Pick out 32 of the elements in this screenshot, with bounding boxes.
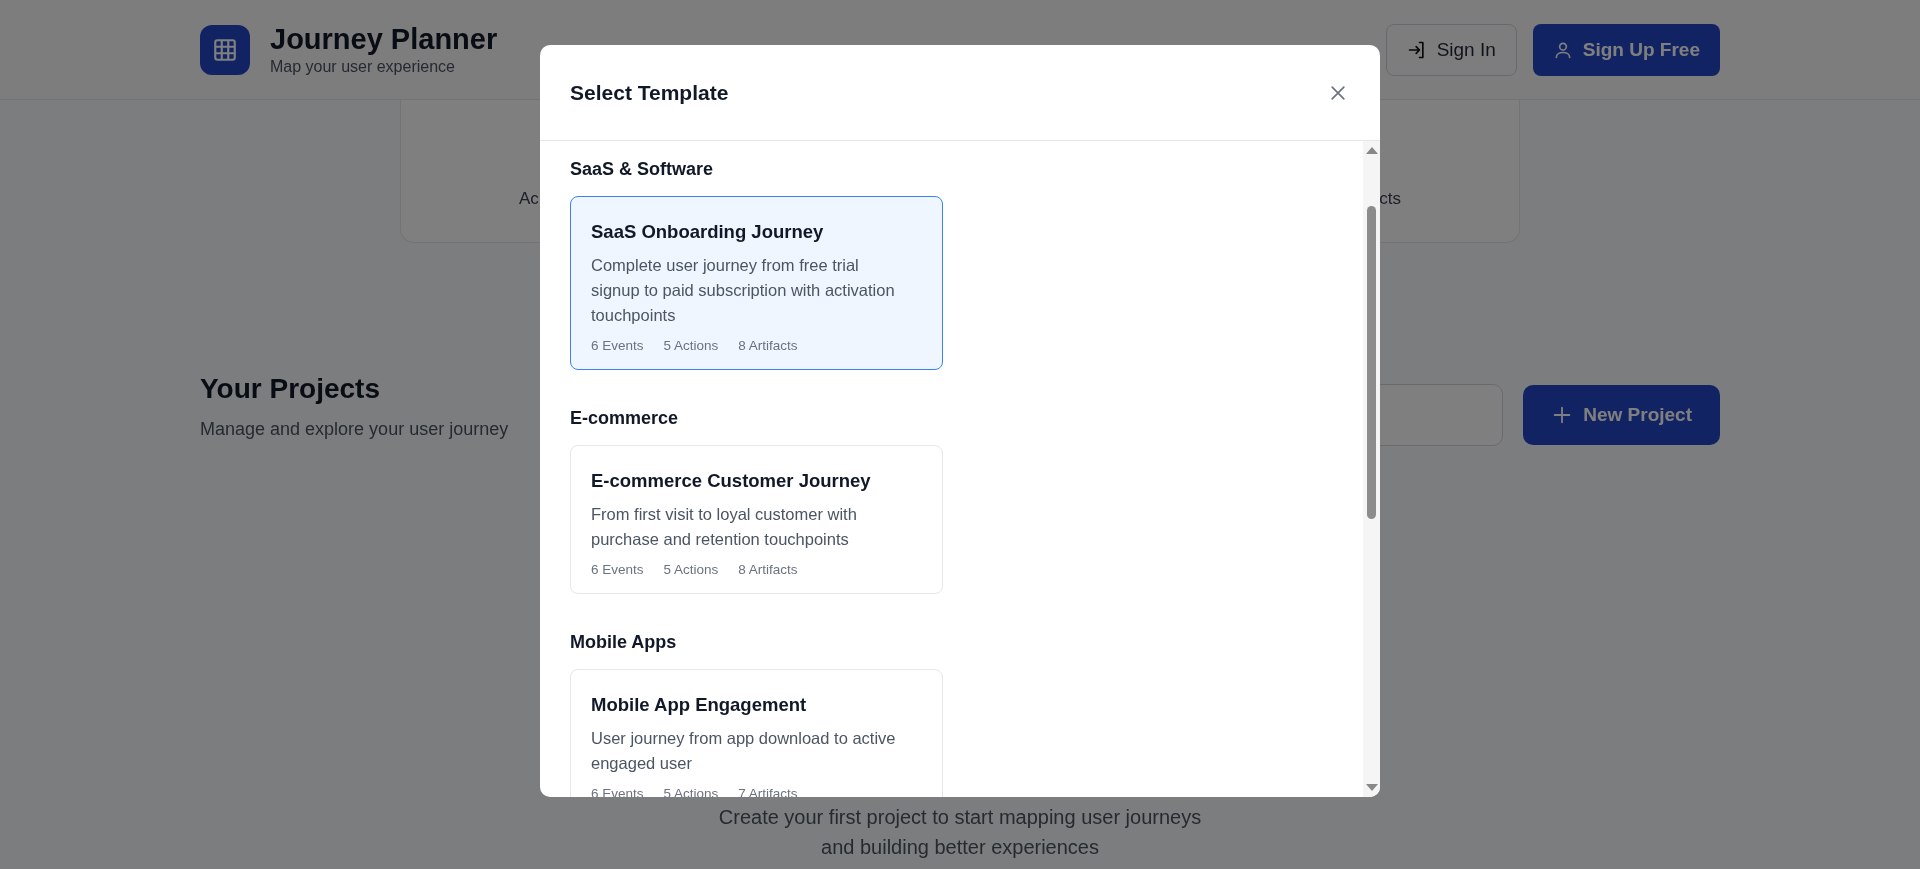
template-stat: 8 Artifacts xyxy=(738,338,798,353)
app-subtitle: Map your user experience xyxy=(270,58,456,76)
template-description: From first visit to loyal customer with purchase and retention touchpoints xyxy=(591,504,858,550)
section-title: Your Projects xyxy=(200,373,381,405)
scrollbar[interactable] xyxy=(1363,141,1380,797)
new-project-button[interactable]: New Project xyxy=(1523,385,1720,445)
template-description: Complete user journey from free trial signup to paid subscription with activation touchpoints xyxy=(591,255,896,326)
empty-state-text: and building better experiences xyxy=(820,835,1100,860)
empty-state-text: Create your first project to start mapping user journeys xyxy=(717,805,1203,830)
template-title: Mobile App Engagement xyxy=(591,694,808,716)
template-description: User journey from app download to active engaged user xyxy=(591,728,897,774)
template-stat: 5 Actions xyxy=(663,338,719,353)
template-title: E-commerce Customer Journey xyxy=(591,470,872,492)
grid-icon xyxy=(200,24,250,75)
template-stat: 5 Actions xyxy=(663,562,719,577)
sign-in-icon xyxy=(1406,39,1427,60)
template-title: SaaS Onboarding Journey xyxy=(591,221,825,243)
template-stat: 8 Artifacts xyxy=(738,562,798,577)
stat-label: cts xyxy=(1379,189,1401,209)
sign-in-button[interactable]: Sign In xyxy=(1385,23,1517,76)
template-card[interactable]: SaaS Onboarding Journey Complete user journey from free trial signup to paid subscription with activation touchpoints 6 Events 5 Actions 8 Artifacts xyxy=(570,196,943,370)
template-card[interactable]: E-commerce Customer Journey From first visit to loyal customer with purchase and retention touchpoints 6 Events 5 Actions 8 Artifacts xyxy=(570,445,943,594)
sign-up-button[interactable]: Sign Up Free xyxy=(1532,23,1720,76)
category-heading: SaaS & Software xyxy=(570,159,715,180)
template-stat: 6 Events xyxy=(591,338,644,353)
dialog-title: Select Template xyxy=(570,80,729,105)
section-subtitle: Manage and explore your user journey xyxy=(200,419,509,440)
category-heading: E-commerce xyxy=(570,408,680,429)
template-stat: 6 Events xyxy=(591,562,644,577)
stat-label: Ac xyxy=(519,189,539,209)
category-heading: Mobile Apps xyxy=(570,632,678,653)
app-title: Journey Planner xyxy=(270,23,498,56)
